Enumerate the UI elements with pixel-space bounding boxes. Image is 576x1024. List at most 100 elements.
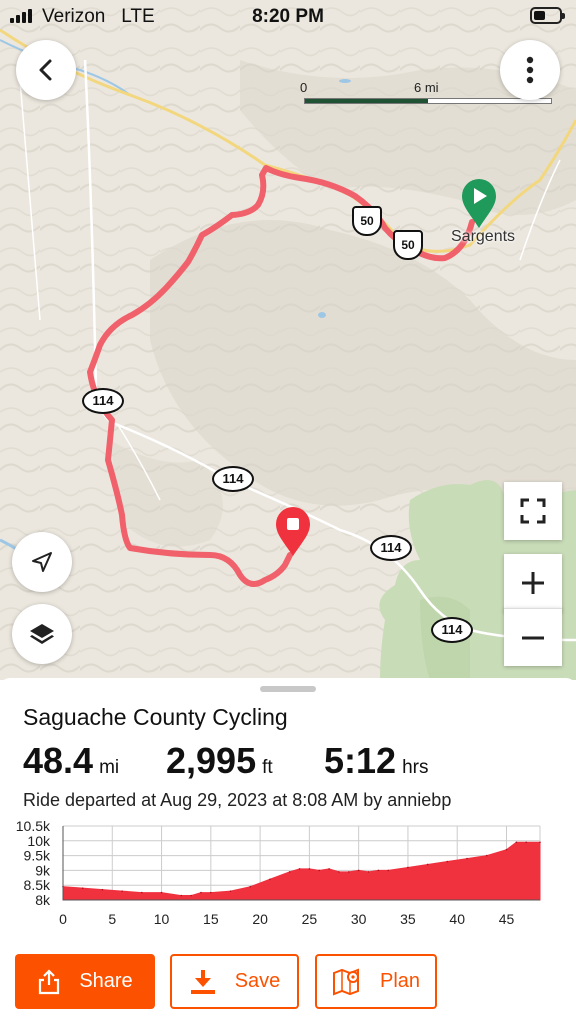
map-view[interactable]: 50 50 114 114 114 114 Sargents 0 6 mi mi (0, 0, 576, 680)
y-tick-label: 9.5k (24, 848, 51, 864)
elevation-point (190, 894, 192, 897)
elevation-point (308, 868, 311, 870)
map-pin-icon (332, 967, 362, 997)
elevation-point (249, 885, 252, 888)
save-label: Save (234, 970, 281, 992)
activity-sheet: Saguache County Cycling 48.4 mi 2,995 ft 5… (0, 678, 576, 1024)
elevation-point (348, 871, 350, 873)
share-button[interactable]: Share (15, 954, 155, 1009)
zoom-out-button[interactable] (504, 608, 562, 666)
elevation-point (407, 866, 409, 869)
elevation-point (515, 841, 518, 844)
elevation-point (539, 841, 541, 844)
elevation-point (466, 857, 468, 860)
elevation-point (426, 863, 429, 866)
elevation-point (121, 890, 123, 892)
elevation-unit: ft (262, 757, 273, 778)
y-tick-label: 8.5k (24, 877, 51, 893)
fullscreen-button[interactable] (504, 482, 562, 540)
place-label: Sargents (451, 228, 516, 245)
locate-button[interactable] (12, 532, 72, 592)
x-tick-label: 25 (302, 911, 318, 927)
activity-stats: 48.4 mi 2,995 ft 5:12 hrs (23, 740, 563, 782)
elevation-point (298, 868, 301, 870)
elevation-point (338, 871, 340, 873)
elevation-point (229, 890, 232, 892)
x-tick-label: 30 (351, 911, 367, 927)
co-114-shield: 114 (212, 466, 254, 492)
us-50-shield: 50 (352, 206, 382, 236)
elevation-point (141, 891, 143, 894)
elevation-point (357, 869, 360, 872)
elevation-value: 2,995 (166, 740, 257, 781)
co-114-shield: 114 (82, 388, 124, 414)
elevation-stat: 2,995 ft (166, 740, 273, 782)
action-bar: Share Save Plan (0, 954, 576, 1010)
x-tick-label: 15 (203, 911, 219, 927)
plan-button[interactable]: Plan (315, 954, 437, 1009)
x-tick-label: 20 (252, 911, 268, 927)
more-options-button[interactable] (500, 40, 560, 100)
scale-start-label: 0 (300, 80, 308, 95)
distance-value: 48.4 (23, 740, 94, 781)
us-50-shield: 50 (393, 230, 423, 260)
elevation-point (269, 878, 271, 881)
y-tick-label: 10k (27, 833, 51, 849)
elevation-point (288, 871, 291, 873)
x-tick-label: 0 (59, 911, 67, 927)
x-tick-label: 40 (449, 911, 465, 927)
x-tick-label: 5 (108, 911, 116, 927)
plan-label: Plan (379, 970, 421, 992)
distance-stat: 48.4 mi (23, 740, 119, 782)
co-114-shield: 114 (370, 535, 412, 561)
y-tick-label: 8k (35, 892, 51, 908)
elevation-area (62, 841, 541, 901)
departed-info: Ride departed at Aug 29, 2023 at 8:08 AM… (23, 790, 452, 810)
battery-icon (530, 7, 565, 24)
layers-icon (30, 624, 54, 644)
download-icon (189, 968, 217, 996)
elevation-point (525, 841, 528, 844)
fullscreen-icon (520, 498, 546, 524)
scale-bar (304, 98, 552, 104)
save-button[interactable]: Save (170, 954, 299, 1009)
elevation-point (81, 887, 84, 889)
elevation-point (101, 888, 104, 891)
elevation-point (367, 871, 370, 873)
elevation-chart[interactable]: 10.5k 10k 9.5k 9k 8.5k 8k 0 5 10 15 20 25 30 35 40 45 (0, 818, 576, 938)
status-time: 8:20 PM (252, 6, 324, 27)
distance-unit: mi (99, 757, 120, 778)
minus-icon (522, 636, 544, 639)
x-tick-label: 35 (400, 911, 416, 927)
elevation-point (328, 868, 330, 870)
chevron-left-icon (39, 59, 52, 81)
more-vertical-icon (526, 56, 534, 84)
zoom-in-button[interactable] (504, 554, 562, 612)
sheet-grabber[interactable] (260, 686, 316, 692)
co-114-shield: 114 (431, 617, 473, 643)
scale-mid-label: 6 mi (414, 80, 439, 95)
plus-icon (522, 572, 544, 594)
navigation-arrow-icon (32, 552, 52, 572)
elevation-point (485, 854, 488, 857)
map-layers-button[interactable] (12, 604, 72, 664)
elevation-chart-svg: 10.5k10k9.5k9k8.5k8k 0 5 10 15 20 25 30 35 40 45 (16, 818, 541, 927)
back-button[interactable] (16, 40, 76, 100)
elevation-point (180, 894, 183, 897)
time-unit: hrs (402, 757, 429, 778)
y-tick-label: 10.5k (16, 818, 51, 834)
x-tick-label: 10 (154, 911, 170, 927)
elevation-point (210, 891, 212, 894)
elevation-point (377, 869, 380, 872)
activity-title: Saguache County Cycling (23, 704, 288, 730)
share-label: Share (79, 970, 133, 992)
elevation-point (200, 891, 202, 894)
time-stat: 5:12 hrs (324, 740, 428, 782)
elevation-point (387, 869, 390, 872)
status-bar: Verizon LTE 8:20 PM (0, 0, 576, 34)
elevation-point (318, 869, 321, 872)
y-tick-label: 9k (35, 862, 51, 878)
x-tick-label: 45 (499, 911, 515, 927)
elevation-point (160, 891, 163, 894)
elevation-point (446, 860, 449, 863)
